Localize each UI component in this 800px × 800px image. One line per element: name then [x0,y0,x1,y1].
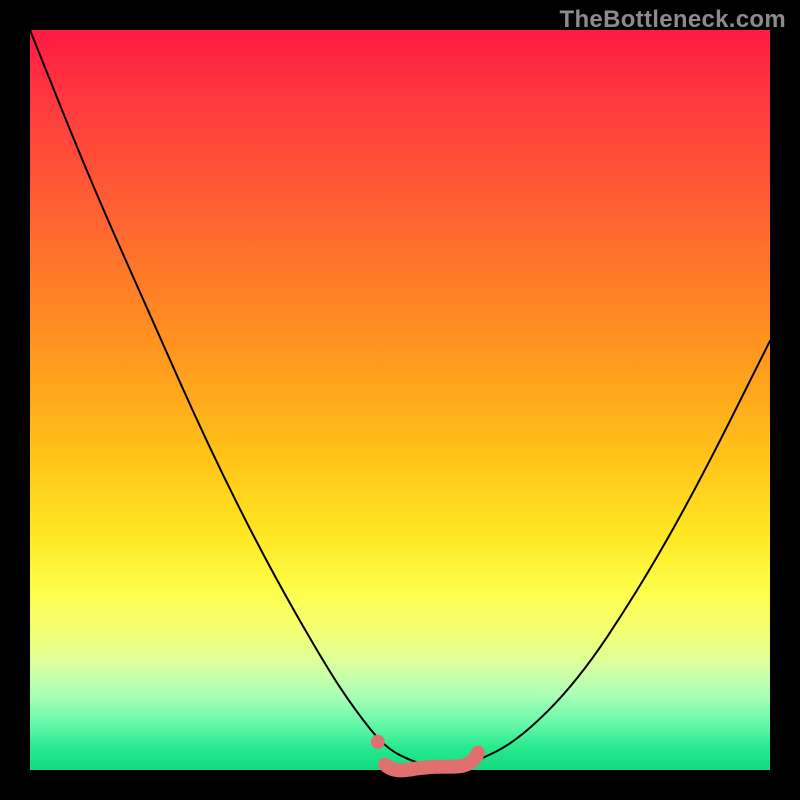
plot-area [30,30,770,770]
watermark-text: TheBottleneck.com [560,6,786,34]
minimum-accent-dot [371,735,385,749]
chart-overlay [30,30,770,770]
bottleneck-curve [30,30,770,768]
chart-frame: TheBottleneck.com [0,0,800,800]
